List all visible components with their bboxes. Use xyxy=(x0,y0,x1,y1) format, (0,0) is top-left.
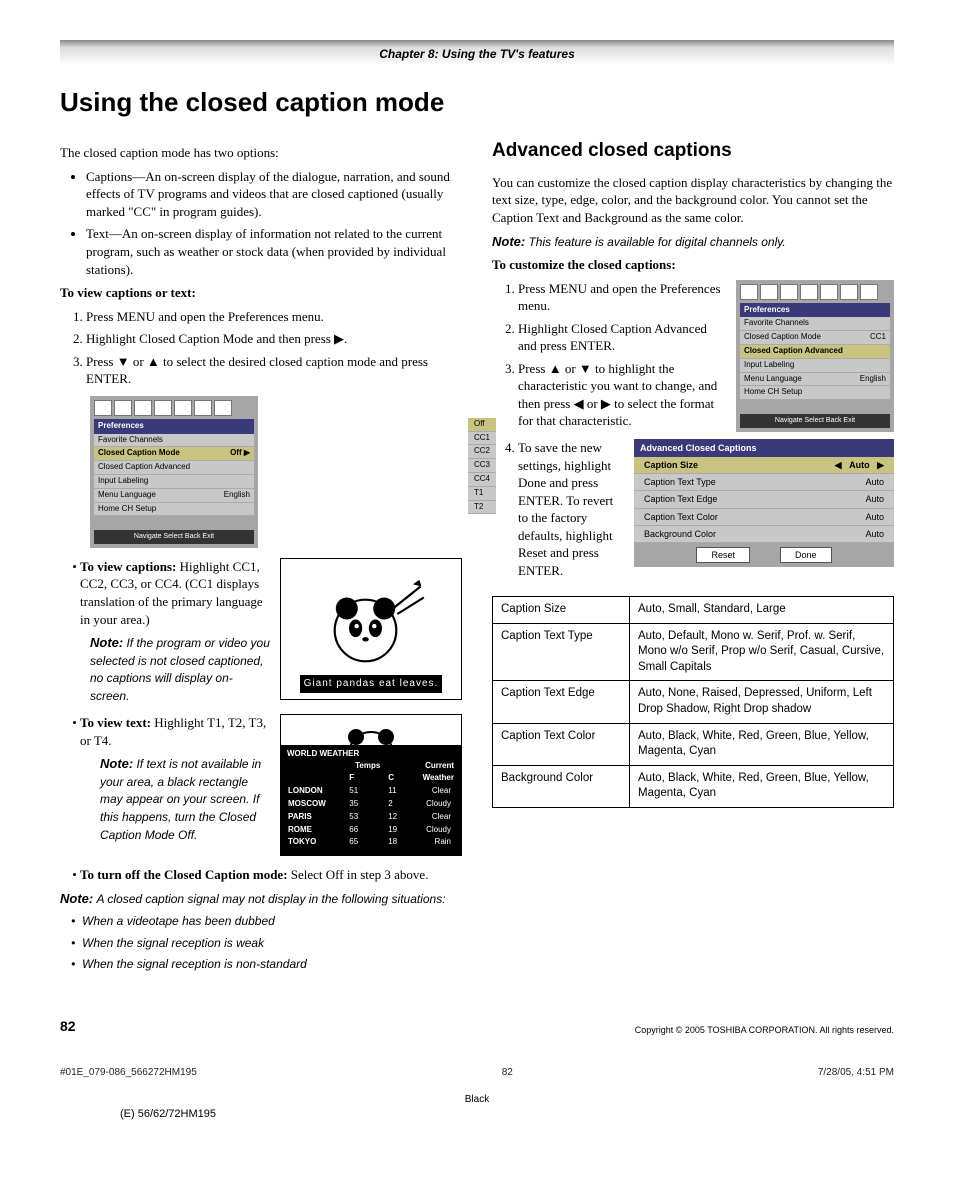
weather-table: TempsCurrent FCWeather LONDON5111ClearMO… xyxy=(287,760,455,850)
turn-off-lead: To turn off the Closed Caption mode: xyxy=(80,867,288,882)
bullet-text: Text—An on-screen display of information… xyxy=(86,225,462,278)
note3-item-1: When a videotape has been dubbed xyxy=(82,913,462,929)
print-color: Black xyxy=(60,1093,894,1107)
panda-icon xyxy=(316,575,426,675)
adv-note-label: Note: xyxy=(492,234,525,249)
note-body-3: A closed caption signal may not display … xyxy=(96,892,445,906)
adv-reset-button[interactable]: Reset xyxy=(696,547,750,563)
step-left-3: Press ▼ or ▲ to select the desired close… xyxy=(86,353,462,388)
right-column: Advanced closed captions You can customi… xyxy=(492,138,894,977)
adv-intro: You can customize the closed caption dis… xyxy=(492,174,894,227)
adv-title: Advanced closed captions xyxy=(492,138,894,164)
adv-heading: To customize the closed captions: xyxy=(492,256,894,274)
weather-title: WORLD WEATHER xyxy=(287,749,455,760)
adv-osd-header: Advanced Closed Captions xyxy=(634,439,894,457)
chapter-header: Chapter 8: Using the TV's features xyxy=(60,40,894,65)
page-title: Using the closed caption mode xyxy=(60,85,894,120)
note-label-1: Note: xyxy=(90,635,123,650)
adv-note-body: This feature is available for digital ch… xyxy=(528,235,785,249)
note-label-3: Note: xyxy=(60,891,93,906)
options-table: Caption SizeAuto, Small, Standard, Large… xyxy=(492,596,894,807)
panda-caption-figure: Giant pandas eat leaves. xyxy=(280,558,462,700)
turn-off-body: Select Off in step 3 above. xyxy=(291,867,429,882)
intro-text: The closed caption mode has two options: xyxy=(60,144,462,162)
view-text-lead: To view text: xyxy=(80,715,151,730)
view-captions-lead: To view captions: xyxy=(80,559,176,574)
osd-menu-preferences-2: Preferences Favorite ChannelsClosed Capt… xyxy=(736,280,894,432)
osd-header-1: Preferences xyxy=(94,419,254,434)
bullet-captions: Captions—An on-screen display of the dia… xyxy=(86,168,462,221)
adv-done-button[interactable]: Done xyxy=(780,547,832,563)
copyright-text: Copyright © 2005 TOSHIBA CORPORATION. Al… xyxy=(635,1024,894,1036)
osd-dropdown: OffCC1CC2CC3CC4T1T2 xyxy=(468,418,496,515)
page-number: 82 xyxy=(60,1017,76,1036)
print-date: 7/28/05, 4:51 PM xyxy=(818,1066,894,1080)
left-column: The closed caption mode has two options:… xyxy=(60,138,462,977)
note3-item-3: When the signal reception is non-standar… xyxy=(82,956,462,972)
note-label-2: Note: xyxy=(100,756,133,771)
osd-header-2: Preferences xyxy=(740,303,890,318)
print-page: 82 xyxy=(502,1066,513,1080)
print-file: #01E_079-086_566272HM195 xyxy=(60,1066,197,1080)
panda-caption-text: Giant pandas eat leaves. xyxy=(300,675,443,693)
osd-footer-2: Navigate Select Back Exit xyxy=(740,414,890,427)
osd-advanced-captions: Advanced Closed Captions Caption Size◀ A… xyxy=(634,439,894,567)
note3-item-2: When the signal reception is weak xyxy=(82,935,462,951)
osd-footer-1: Navigate Select Back Exit xyxy=(94,530,254,543)
weather-text-figure: WORLD WEATHER TempsCurrent FCWeather LON… xyxy=(280,714,462,856)
view-caption-heading: To view captions or text: xyxy=(60,284,462,302)
step-left-1: Press MENU and open the Preferences menu… xyxy=(86,308,462,326)
step-left-2: Highlight Closed Caption Mode and then p… xyxy=(86,330,462,348)
model-line: (E) 56/62/72HM195 xyxy=(120,1107,894,1122)
turn-off-item: To turn off the Closed Caption mode: Sel… xyxy=(80,866,462,884)
osd-menu-preferences-1: Preferences Favorite ChannelsClosed Capt… xyxy=(90,396,258,548)
